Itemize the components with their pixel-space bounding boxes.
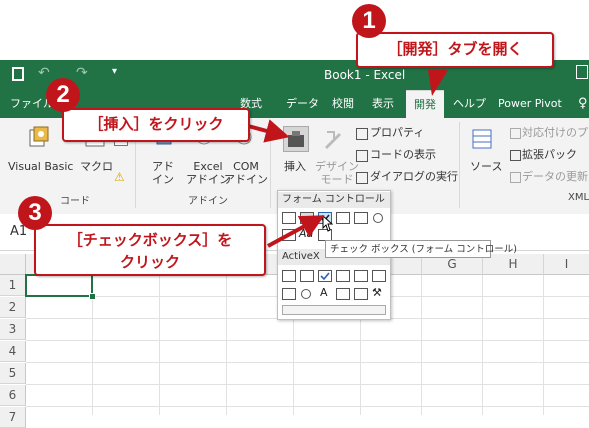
callout-3-arrow xyxy=(267,215,325,248)
callout-1-pointer xyxy=(428,70,448,96)
callout-1: ［開発］タブを開く xyxy=(356,32,554,68)
callout-2: ［挿入］をクリック xyxy=(62,108,250,142)
callout-1-text: ［開発］タブを開く xyxy=(387,40,523,58)
callout-3: ［チェックボックス］を クリック xyxy=(34,224,266,276)
callout-3-text: ［チェックボックス］を クリック xyxy=(67,231,233,271)
callout-2-badge: 2 xyxy=(46,78,80,112)
callout-2-text: ［挿入］をクリック xyxy=(88,115,224,133)
callout-2-arrow xyxy=(247,119,290,143)
callout-1-badge: 1 xyxy=(352,4,386,38)
callout-3-badge: 3 xyxy=(18,196,52,230)
